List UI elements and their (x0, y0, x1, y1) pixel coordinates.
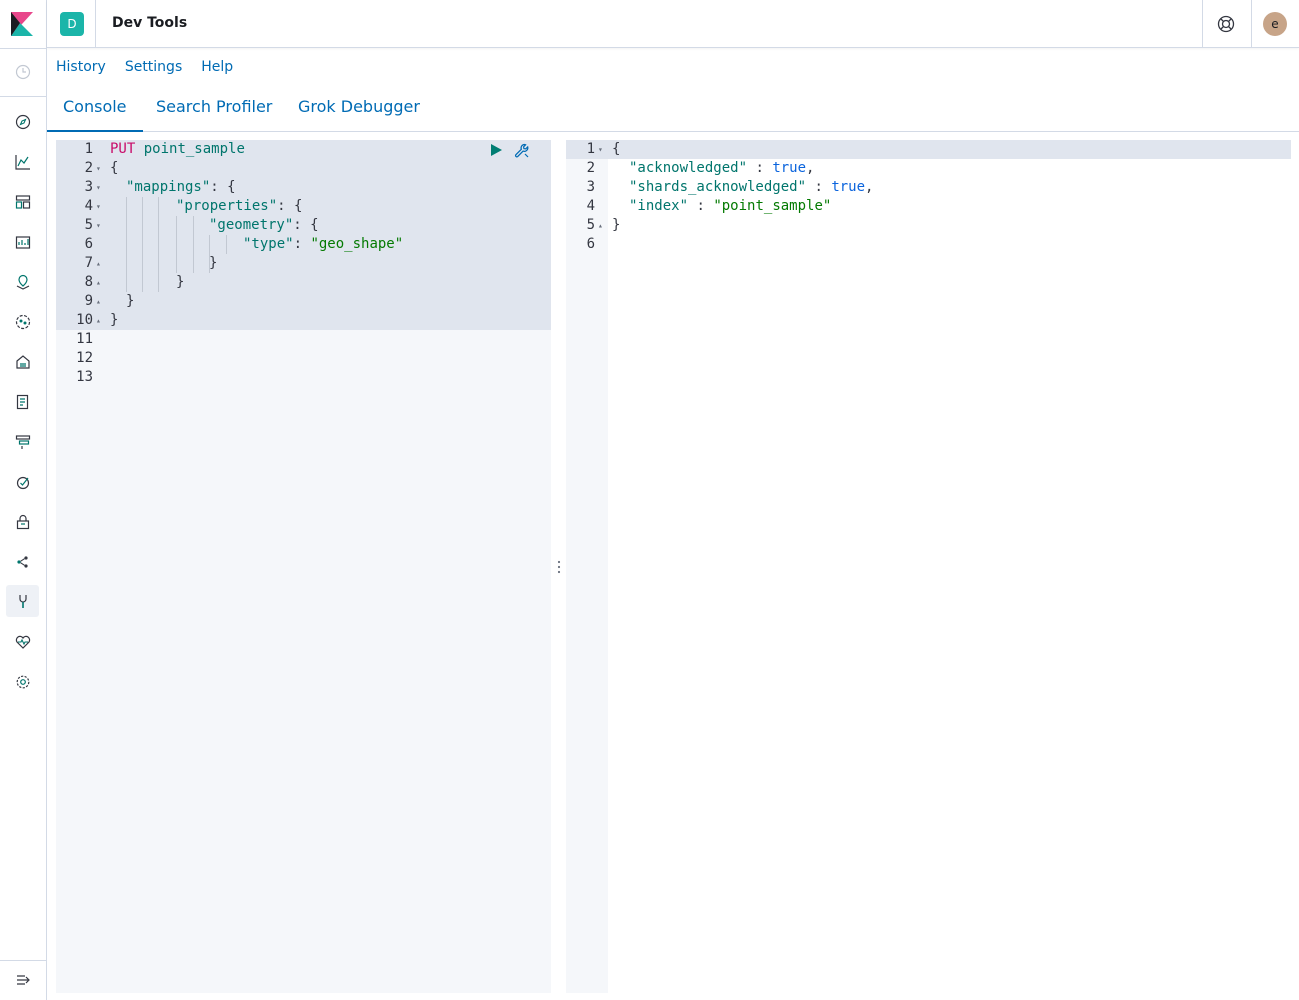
line-number: 5 (84, 217, 93, 233)
siem-icon[interactable] (12, 511, 34, 533)
line-number: 2 (586, 160, 595, 176)
monitoring-icon[interactable] (12, 631, 34, 653)
line-number: 4 (586, 198, 595, 214)
play-icon[interactable] (488, 142, 504, 158)
fold-toggle-icon[interactable]: ▴ (96, 311, 101, 330)
code-line: PUT point_sample (110, 140, 551, 159)
line-number: 7 (84, 255, 93, 271)
canvas-icon[interactable] (12, 231, 34, 253)
line-number: 5 (586, 217, 595, 233)
tab-console[interactable]: Console (47, 88, 143, 132)
fold-toggle-icon[interactable]: ▴ (96, 273, 101, 292)
logs-icon[interactable] (12, 391, 34, 413)
line-number: 6 (84, 236, 93, 252)
uptime-icon[interactable] (12, 471, 34, 493)
code-line: } (176, 274, 185, 290)
infrastructure-icon[interactable] (12, 351, 34, 373)
tab-grok-debugger[interactable]: Grok Debugger (282, 88, 436, 131)
request-method: PUT (110, 141, 136, 157)
fold-toggle-icon[interactable]: ▾ (96, 159, 101, 178)
line-number: 2 (84, 160, 93, 176)
request-editor[interactable]: 1 2 3 4 5 6 7 8 9 10 11 12 13 ▾ ▾ ▾ ▾ ▴ … (56, 140, 551, 993)
line-number: 6 (586, 236, 595, 252)
management-icon[interactable] (12, 671, 34, 693)
response-gutter (566, 140, 608, 993)
fold-toggle-icon[interactable]: ▴ (598, 216, 603, 235)
settings-link[interactable]: Settings (125, 59, 182, 75)
dev-tools-icon[interactable] (6, 585, 39, 617)
side-navigation (0, 0, 47, 1000)
code-line: } (110, 312, 119, 328)
line-number: 12 (76, 350, 93, 366)
fold-toggle-icon[interactable]: ▾ (598, 140, 603, 159)
code-line: { (612, 141, 621, 157)
recently-viewed-icon[interactable] (12, 61, 34, 83)
code-line: } (209, 255, 218, 271)
page-title: Dev Tools (112, 15, 188, 31)
history-link[interactable]: History (56, 59, 106, 75)
apm-icon[interactable] (12, 431, 34, 453)
fold-toggle-icon[interactable]: ▾ (96, 178, 101, 197)
kibana-logo-icon[interactable] (11, 12, 33, 36)
fold-toggle-icon[interactable]: ▾ (96, 216, 101, 235)
code-line: "geometry": { (209, 217, 319, 233)
fold-toggle-icon[interactable]: ▴ (96, 254, 101, 273)
visualize-icon[interactable] (12, 151, 34, 173)
help-menu-icon[interactable] (1217, 15, 1235, 33)
request-path: point_sample (143, 141, 245, 157)
help-link[interactable]: Help (201, 59, 233, 75)
line-number: 9 (84, 293, 93, 309)
line-number: 4 (84, 198, 93, 214)
code-line: { (110, 160, 119, 176)
response-editor[interactable]: 1 2 3 4 5 6 ▾ ▴ { "acknowledged" : true,… (566, 140, 1291, 993)
code-line: "properties": { (176, 198, 303, 214)
code-line: "type": "geo_shape" (243, 236, 404, 252)
code-line: "mappings": { (126, 179, 236, 195)
ml-icon[interactable] (12, 311, 34, 333)
graph-icon[interactable] (12, 551, 34, 573)
fold-toggle-icon[interactable]: ▾ (96, 197, 101, 216)
tab-search-profiler[interactable]: Search Profiler (140, 88, 288, 131)
line-number: 8 (84, 274, 93, 290)
code-line: "shards_acknowledged" : true, (629, 179, 874, 195)
drag-handle-icon[interactable] (557, 560, 561, 574)
top-menu: History Settings Help (56, 59, 252, 75)
line-number: 3 (84, 179, 93, 195)
line-number: 11 (76, 331, 93, 347)
code-line: } (126, 293, 135, 309)
line-number: 1 (586, 141, 595, 157)
line-number: 13 (76, 369, 93, 385)
maps-icon[interactable] (12, 271, 34, 293)
discover-icon[interactable] (12, 111, 34, 133)
header-bar: D Dev Tools e (47, 0, 1299, 48)
user-avatar[interactable]: e (1263, 12, 1287, 36)
response-code-area[interactable] (608, 140, 1291, 993)
panel-resize-handle[interactable] (551, 140, 566, 993)
line-number: 10 (76, 312, 93, 328)
code-line: "index" : "point_sample" (629, 198, 832, 214)
fold-toggle-icon[interactable]: ▴ (96, 292, 101, 311)
wrench-icon[interactable] (514, 143, 530, 159)
dashboard-icon[interactable] (12, 191, 34, 213)
code-line: } (612, 217, 621, 233)
space-selector[interactable]: D (60, 12, 84, 36)
line-number: 1 (84, 141, 93, 157)
code-line: "acknowledged" : true, (629, 160, 815, 176)
dock-navigation-icon[interactable] (12, 969, 34, 991)
line-number: 3 (586, 179, 595, 195)
tab-bar: Console Search Profiler Grok Debugger (47, 88, 1299, 132)
